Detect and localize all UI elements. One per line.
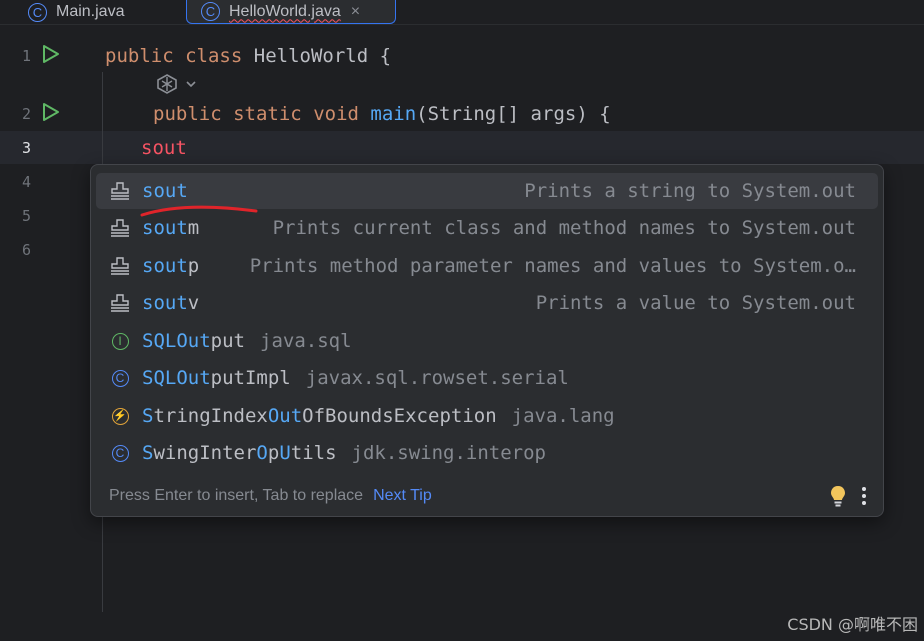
match-part: S (142, 330, 154, 352)
line-number: 4 (21, 173, 31, 191)
completion-name-match: sout (142, 255, 188, 277)
code-line-2[interactable]: public static void main(String[] args) { (153, 103, 611, 125)
current-line-highlight (0, 131, 924, 164)
keyword: public (105, 45, 174, 67)
completion-name-rest: m (187, 217, 200, 239)
tab-helloworld-java[interactable]: C HelloWorld.java × (186, 0, 396, 24)
completion-popup: sout Prints a string to System.out sout m… (90, 164, 884, 517)
close-icon[interactable]: × (351, 3, 360, 21)
brace: { (379, 45, 392, 67)
editor-tab-bar: C Main.java C HelloWorld.java × (0, 0, 924, 25)
class-icon: C (111, 444, 129, 462)
csdn-watermark: CSDN @啊唯不困 (787, 615, 918, 634)
match-part: Out (176, 330, 211, 352)
completion-name-match: sout (142, 217, 188, 239)
template-icon (96, 293, 142, 313)
typed-text: sout (141, 137, 187, 159)
package-name: java.lang (511, 405, 615, 427)
completion-name-rest: v (187, 292, 200, 314)
ai-assistant-icon (157, 74, 177, 94)
completion-description: Prints a value to System.out (535, 292, 856, 314)
popup-footer: Press Enter to insert, Tab to replace Ne… (91, 476, 883, 516)
completion-item-soutv[interactable]: sout v Prints a value to System.out (96, 285, 878, 321)
template-icon (96, 256, 142, 276)
method-params: (String[] args) { (416, 103, 611, 125)
template-icon (96, 181, 142, 201)
chevron-down-icon (186, 81, 196, 88)
next-tip-link[interactable]: Next Tip (373, 487, 432, 505)
match-part: QL (153, 367, 177, 389)
completion-item-soutp[interactable]: sout p Prints method parameter names and … (96, 248, 878, 284)
completion-description: Prints a string to System.out (524, 180, 856, 202)
class-icon: C (28, 2, 47, 22)
line-number: 6 (21, 241, 31, 259)
match-part: S (142, 442, 154, 464)
completion-item-soutm[interactable]: sout m Prints current class and method na… (96, 210, 878, 246)
code-line-1[interactable]: public class HelloWorld { (105, 45, 391, 67)
completion-name-match: sout (142, 292, 188, 314)
name-part: putImpl (210, 367, 291, 389)
more-options-icon[interactable] (861, 486, 867, 506)
name-part: wingInter (153, 442, 257, 464)
keyword: static (233, 103, 302, 125)
template-icon (96, 218, 142, 238)
tab-main-java[interactable]: C Main.java (28, 0, 124, 24)
completion-name: sout (142, 180, 188, 202)
keyword: class (185, 45, 243, 67)
match-part: S (142, 405, 154, 427)
completion-item-sqloutputimpl[interactable]: C S QL Out putImpl javax.sql.rowset.serial (96, 360, 878, 396)
class-icon: C (201, 2, 220, 21)
interface-icon: I (111, 332, 129, 350)
match-part: U (279, 442, 291, 464)
completion-item-sqloutput[interactable]: I S QL Out put java.sql (96, 323, 878, 359)
class-name: HelloWorld (253, 45, 369, 67)
name-part: put (210, 330, 245, 352)
package-name: javax.sql.rowset.serial (305, 367, 569, 389)
line-number: 5 (21, 207, 31, 225)
tab-label: Main.java (56, 3, 125, 20)
package-name: jdk.swing.interop (351, 442, 546, 464)
exception-icon: ⚡ (111, 407, 129, 425)
completion-description: Prints method parameter names and values… (249, 255, 856, 277)
line-number: 3 (21, 139, 31, 157)
line-number: 2 (21, 105, 31, 123)
run-icon[interactable] (41, 44, 61, 64)
footer-hint: Press Enter to insert, Tab to replace (109, 487, 364, 504)
name-part: p (267, 442, 280, 464)
package-name: java.sql (260, 330, 352, 352)
line-number: 1 (21, 47, 31, 65)
keyword: public (153, 103, 222, 125)
code-line-3[interactable]: sout (141, 137, 187, 159)
method-name: main (370, 103, 417, 125)
match-part: Out (267, 405, 303, 427)
completion-name-rest: p (187, 255, 200, 277)
match-part: QL (153, 330, 177, 352)
lightbulb-icon[interactable] (829, 484, 847, 508)
completion-item-stringindexoutofbounds[interactable]: ⚡ StringIndex Out OfBoundsException java.l… (96, 398, 878, 434)
completion-item-swinginteroputils[interactable]: C SwingInter Op Utils jdk.swing.interop (96, 435, 878, 471)
completion-item-sout[interactable]: sout Prints a string to System.out (96, 173, 878, 217)
run-icon[interactable] (41, 102, 61, 122)
name-part: OfBoundsException (302, 405, 497, 427)
completion-description: Prints current class and method names to… (272, 217, 856, 239)
match-part: Out (176, 367, 211, 389)
name-part: tils (290, 442, 337, 464)
name-part: tringIndex (153, 405, 268, 427)
ai-assistant-hint[interactable] (155, 73, 197, 95)
match-part: O (256, 442, 268, 464)
keyword: void (313, 103, 359, 125)
class-icon: C (111, 369, 129, 387)
tab-label: HelloWorld.java (229, 2, 341, 20)
match-part: S (142, 367, 154, 389)
